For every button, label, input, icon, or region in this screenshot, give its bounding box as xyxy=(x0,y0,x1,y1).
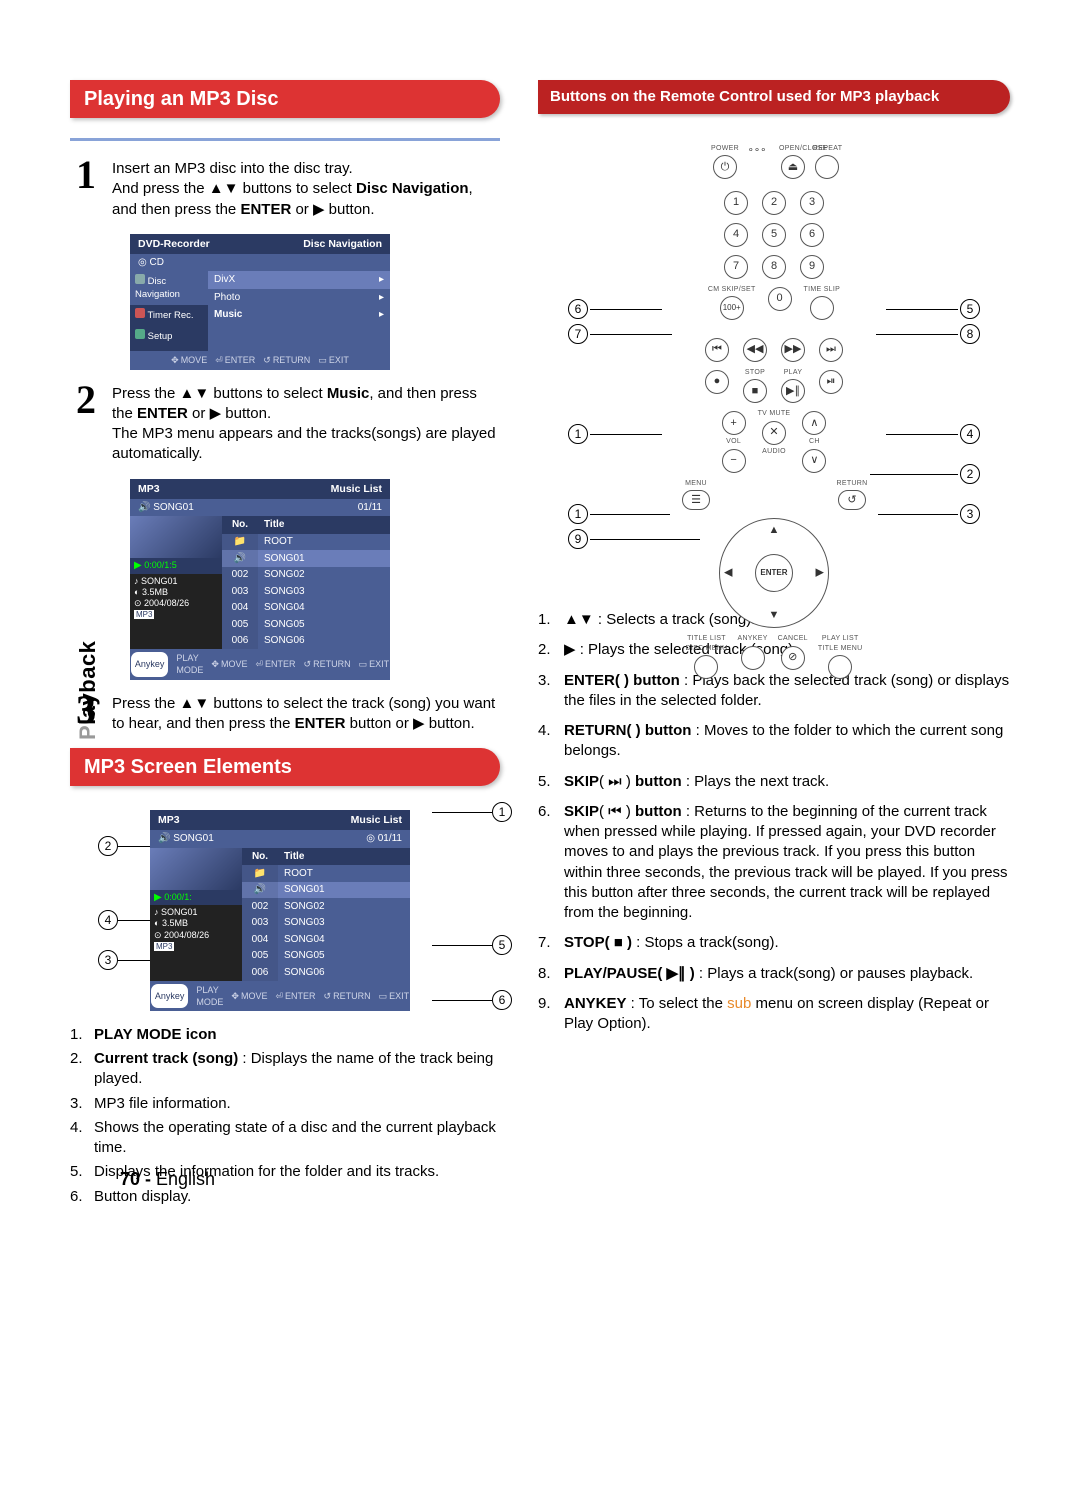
eject-button[interactable]: ⏏ xyxy=(781,155,805,179)
nav-ring[interactable]: ▲ ▼ ◀ ▶ ENTER xyxy=(719,518,829,628)
page-footer: 70 - English xyxy=(120,1167,215,1191)
osd-music-list: MP3Music List 🔊 SONG0101/11 0:00/1:5 ♪ S… xyxy=(130,479,390,680)
heading-remote-buttons: Buttons on the Remote Control used for M… xyxy=(538,80,1010,114)
mute-button[interactable]: ✕ xyxy=(762,421,786,445)
digit-0[interactable]: 0 xyxy=(768,287,792,311)
skip-next-button[interactable]: ⏭ xyxy=(819,338,843,362)
ch-up-button[interactable]: ∧ xyxy=(802,411,826,435)
digit-9[interactable]: 9 xyxy=(800,255,824,279)
playlist-button[interactable] xyxy=(828,655,852,679)
heading-playing-mp3: Playing an MP3 Disc xyxy=(70,80,500,118)
digit-7[interactable]: 7 xyxy=(724,255,748,279)
divider xyxy=(70,138,500,141)
step-button[interactable]: ⏯ xyxy=(819,370,843,394)
ffwd-button[interactable]: ▶▶ xyxy=(781,338,805,362)
digit-8[interactable]: 8 xyxy=(762,255,786,279)
digit-1[interactable]: 1 xyxy=(724,191,748,215)
side-tab-playback: Playback xyxy=(73,641,103,740)
play-pause-button[interactable]: ▶∥ xyxy=(781,379,805,403)
digit-6[interactable]: 6 xyxy=(800,223,824,247)
stop-button[interactable]: ■ xyxy=(743,379,767,403)
step-1: 1 Insert an MP3 disc into the disc tray.… xyxy=(70,155,500,220)
digit-3[interactable]: 3 xyxy=(800,191,824,215)
arrow-up-icon[interactable]: ▲ xyxy=(769,523,780,538)
arrow-down-icon[interactable]: ▼ xyxy=(769,608,780,623)
anykey-button[interactable] xyxy=(741,646,765,670)
titlelist-button[interactable] xyxy=(694,655,718,679)
timeslip-button[interactable] xyxy=(810,296,834,320)
digit-2[interactable]: 2 xyxy=(762,191,786,215)
ch-down-button[interactable]: ∨ xyxy=(802,449,826,473)
digit-4[interactable]: 4 xyxy=(724,223,748,247)
osd-disc-navigation: DVD-RecorderDisc Navigation ◎ CD Disc Na… xyxy=(130,234,390,370)
vol-down-button[interactable]: − xyxy=(722,449,746,473)
heading-screen-elements: MP3 Screen Elements xyxy=(70,748,500,786)
repeat-button[interactable] xyxy=(815,155,839,179)
menu-button[interactable]: ☰ xyxy=(682,490,710,510)
osd-screen-elements-diagram: 1 2 4 3 5 6 MP3Music List 🔊 SONG01◎ 01/1… xyxy=(110,810,500,1011)
remote-diagram: 6 7 1 1 9 5 8 4 2 3 xyxy=(538,144,1010,584)
record-button[interactable]: ● xyxy=(705,370,729,394)
return-button[interactable]: ↺ xyxy=(838,490,866,510)
digit-5[interactable]: 5 xyxy=(762,223,786,247)
cancel-button[interactable]: ⊘ xyxy=(781,646,805,670)
skip-prev-button[interactable]: ⏮ xyxy=(705,338,729,362)
vol-up-button[interactable]: + xyxy=(722,411,746,435)
hundred-button[interactable]: 100+ xyxy=(720,296,744,320)
arrow-left-icon[interactable]: ◀ xyxy=(724,566,732,581)
step-3: 3 Press the ▲▼ buttons to select the tra… xyxy=(70,690,500,735)
arrow-right-icon[interactable]: ▶ xyxy=(816,566,824,581)
rewind-button[interactable]: ◀◀ xyxy=(743,338,767,362)
power-button[interactable]: ⏻ xyxy=(713,155,737,179)
enter-button[interactable]: ENTER xyxy=(755,554,794,593)
step-2: 2 Press the ▲▼ buttons to select Music, … xyxy=(70,380,500,465)
